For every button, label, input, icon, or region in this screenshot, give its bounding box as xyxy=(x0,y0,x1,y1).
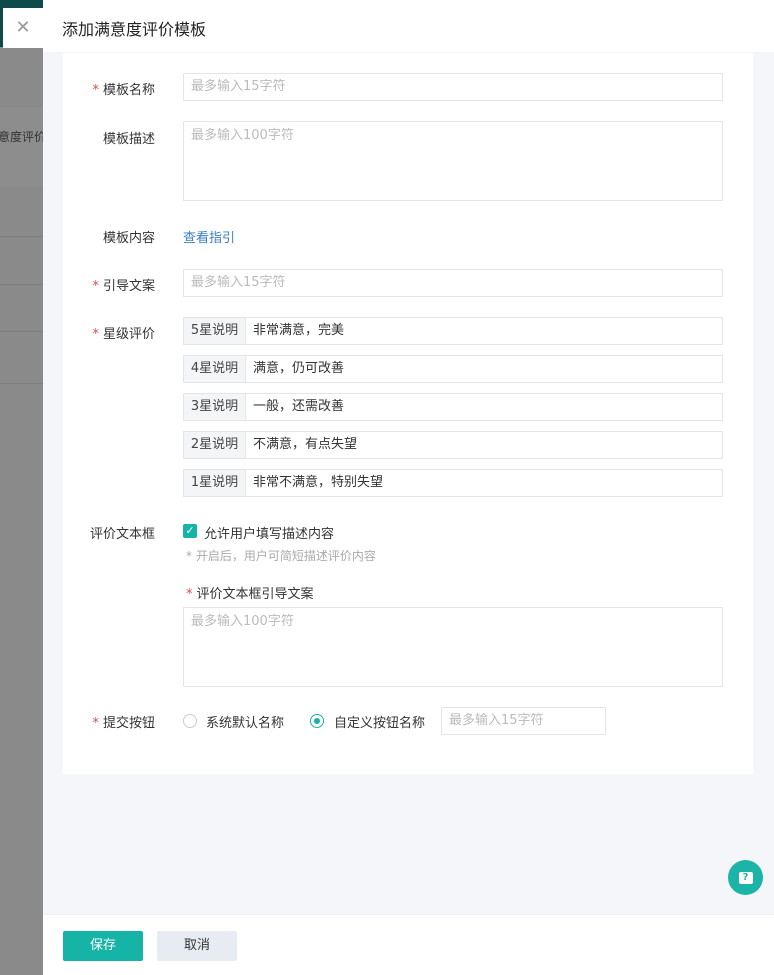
guide-text-label: * 引导文案 xyxy=(92,279,155,294)
allow-description-checkbox[interactable]: ✓ xyxy=(183,524,197,538)
default-name-radio[interactable] xyxy=(183,714,197,728)
template-name-label: * 模板名称 xyxy=(92,83,155,98)
background-divider xyxy=(0,284,43,285)
view-guide-link[interactable]: 查看指引 xyxy=(183,227,235,246)
star-description-input[interactable]: 满意，仍可改善 xyxy=(246,356,722,382)
save-button[interactable]: 保存 xyxy=(63,931,143,961)
custom-button-name-input[interactable]: 最多输入15字符 xyxy=(441,707,606,735)
star-description-input[interactable]: 一般，还需改善 xyxy=(246,394,722,420)
template-description-textarea[interactable]: 最多输入100字符 xyxy=(183,121,723,201)
background-text: 意度评价 xyxy=(0,130,43,144)
template-name-input[interactable]: 最多输入15字符 xyxy=(183,73,723,101)
help-button[interactable]: ? xyxy=(728,860,763,895)
text-box-guide-label: * 评价文本框引导文案 xyxy=(186,587,314,602)
star-tag: 3星说明 xyxy=(184,394,246,420)
text-box-guide-textarea[interactable]: 最多输入100字符 xyxy=(183,607,723,687)
star-description-row: 3星说明 一般，还需改善 xyxy=(183,393,723,421)
background-divider xyxy=(0,236,43,237)
drawer-footer: 保存 取消 xyxy=(43,914,774,975)
template-drawer: 添加满意度评价模板 * 模板名称 最多输入15字符 模板描述 最多输入100字符 … xyxy=(43,0,774,975)
text-box-label: 评价文本框 xyxy=(89,527,155,542)
drawer-header: 添加满意度评价模板 xyxy=(43,0,774,52)
background-divider xyxy=(0,331,43,332)
background-app: ✕ 意度评价 xyxy=(0,0,43,975)
star-rating-label: * 星级评价 xyxy=(92,327,155,342)
star-tag: 4星说明 xyxy=(184,356,246,382)
allow-description-label: 允许用户填写描述内容 xyxy=(204,527,335,542)
drawer-title: 添加满意度评价模板 xyxy=(62,20,207,39)
custom-name-radio-label[interactable]: 自定义按钮名称 xyxy=(334,712,425,731)
background-panel xyxy=(0,107,43,187)
close-icon[interactable]: ✕ xyxy=(3,8,43,48)
star-description-row: 2星说明 不满意，有点失望 xyxy=(183,431,723,459)
cancel-button[interactable]: 取消 xyxy=(157,931,237,961)
star-description-row: 5星说明 非常满意，完美 xyxy=(183,317,723,345)
star-tag: 5星说明 xyxy=(184,318,246,344)
text-box-hint: * 开启后，用户可简短描述评价内容 xyxy=(186,549,376,563)
template-description-label: 模板描述 xyxy=(102,132,155,147)
custom-name-radio[interactable] xyxy=(310,714,324,728)
star-description-row: 4星说明 满意，仍可改善 xyxy=(183,355,723,383)
star-description-input[interactable]: 非常满意，完美 xyxy=(246,318,722,344)
star-tag: 1星说明 xyxy=(184,470,246,496)
template-form: * 模板名称 最多输入15字符 模板描述 最多输入100字符 模板内容 查看指引 … xyxy=(63,53,753,774)
star-description-input[interactable]: 不满意，有点失望 xyxy=(246,432,722,458)
star-description-input[interactable]: 非常不满意，特别失望 xyxy=(246,470,722,496)
background-divider xyxy=(0,383,43,384)
help-chat-icon: ? xyxy=(738,871,753,884)
template-content-label: 模板内容 xyxy=(102,231,155,246)
star-description-row: 1星说明 非常不满意，特别失望 xyxy=(183,469,723,497)
default-name-radio-label[interactable]: 系统默认名称 xyxy=(206,712,284,731)
guide-text-input[interactable]: 最多输入15字符 xyxy=(183,269,723,297)
submit-button-label: * 提交按钮 xyxy=(92,716,155,731)
star-tag: 2星说明 xyxy=(184,432,246,458)
